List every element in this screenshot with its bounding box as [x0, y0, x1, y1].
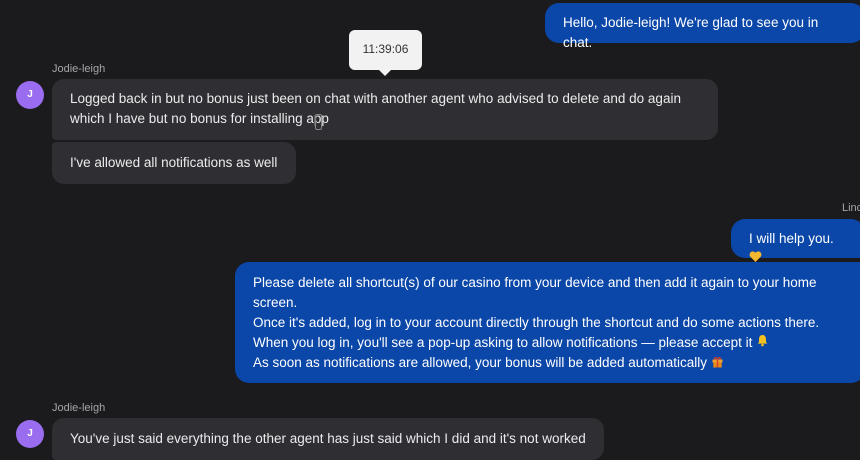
message-line: When you log in, you'll see a pop-up ask…	[253, 333, 847, 353]
agent-message-greeting: Hello, Jodie-leigh! We're glad to see yo…	[545, 3, 860, 50]
tooltip-time: 11:39:06	[362, 42, 409, 56]
sender-name: Jodie-leigh	[52, 63, 106, 75]
tooltip-arrow	[379, 70, 391, 76]
message-line: Logged back in but no bonus just been on…	[70, 91, 681, 106]
customer-message: Logged back in but no bonus just been on…	[52, 79, 718, 140]
avatar[interactable]: J	[16, 81, 44, 109]
sender-name: Jodie-leigh	[52, 402, 106, 414]
agent-message: I will help you.	[731, 219, 860, 263]
message-text: You've just said everything the other ag…	[70, 431, 586, 446]
avatar[interactable]: J	[16, 420, 44, 448]
message-line: Please delete all shortcut(s) of our cas…	[253, 275, 817, 290]
timestamp-tooltip: 11:39:06	[349, 30, 422, 76]
message-line-text: When you log in, you'll see a pop-up ask…	[253, 335, 753, 350]
message-line-text: As soon as notifications are allowed, yo…	[253, 355, 708, 371]
message-line: As soon as notifications are allowed, yo…	[253, 353, 847, 373]
gift-icon	[711, 354, 724, 374]
message-text: Hello, Jodie-leigh! We're glad to see yo…	[563, 15, 819, 50]
customer-message: You've just said everything the other ag…	[52, 418, 604, 460]
bell-icon	[756, 333, 769, 353]
message-line: which I have but no bonus for installing…	[70, 111, 329, 126]
text-cursor-icon	[315, 114, 322, 130]
message-line: screen.	[253, 295, 298, 310]
message-line: Once it's added, log in to your account …	[253, 315, 820, 330]
customer-message: I've allowed all notifications as well	[52, 142, 296, 184]
message-text: I've allowed all notifications as well	[70, 155, 278, 170]
agent-name-label: Linc	[842, 202, 860, 214]
message-text: I will help you.	[749, 231, 834, 246]
agent-message-instructions: Please delete all shortcut(s) of our cas…	[235, 262, 860, 383]
